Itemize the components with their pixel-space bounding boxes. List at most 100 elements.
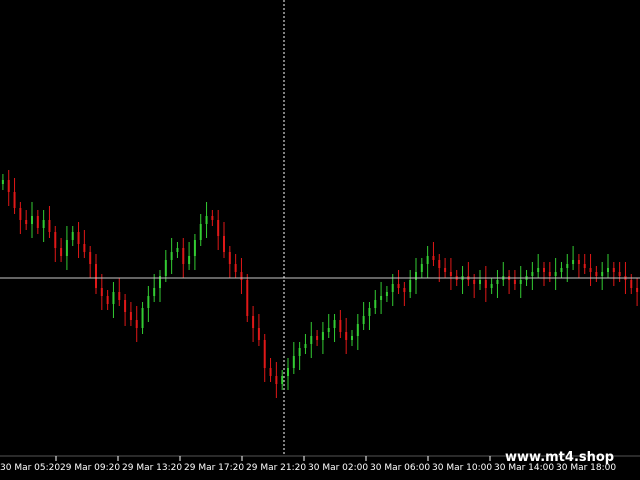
candle-body-bull — [1, 180, 4, 184]
candle-body-bull — [333, 320, 336, 328]
candle-body-bull — [385, 292, 388, 296]
candle-body-bull — [153, 288, 156, 296]
candle-body-bull — [356, 324, 359, 336]
candle-body-bear — [473, 280, 476, 284]
candle-body-bear — [583, 264, 586, 268]
candle-body-bull — [71, 232, 74, 240]
candle-body-bear — [36, 216, 39, 228]
chart-background — [0, 0, 640, 480]
time-label: 29 Mar 21:20 — [246, 463, 306, 473]
candle-body-bull — [327, 328, 330, 332]
candle-body-bear — [211, 216, 214, 220]
price-chart[interactable]: 30 Mar 05:20 29 Mar 09:20 29 Mar 13:20 29 M… — [0, 0, 640, 480]
time-label: 29 Mar 17:20 — [184, 463, 244, 473]
candle-body-bear — [636, 288, 639, 292]
candle-body-bull — [205, 216, 208, 224]
candle-body-bull — [362, 316, 365, 324]
candle-body-bear — [257, 328, 260, 340]
candle-body-bear — [275, 376, 278, 384]
candle-body-bull — [409, 280, 412, 292]
candle-body-bear — [438, 260, 441, 268]
candle-body-bear — [252, 316, 255, 328]
candle-body-bull — [391, 284, 394, 292]
candle-body-bear — [77, 232, 80, 244]
time-label: 30 Mar 06:00 — [370, 463, 430, 473]
candle-body-bear — [577, 260, 580, 264]
candle-body-bear — [228, 252, 231, 264]
candle-body-bear — [345, 332, 348, 340]
candle-body-bull — [351, 336, 353, 340]
candle-body-bull — [374, 300, 377, 308]
candle-body-bear — [135, 320, 138, 328]
candle-body-bull — [566, 264, 569, 268]
candle-body-bear — [444, 268, 447, 272]
candle-body-bull — [531, 272, 534, 276]
candle-body-bull — [479, 280, 481, 284]
candle-body-bull — [188, 256, 191, 264]
candle-body-bear — [449, 272, 452, 276]
candle-body-bear — [548, 272, 551, 276]
candle-body-bear — [316, 336, 319, 340]
candle-body-bull — [607, 268, 609, 272]
time-label: 30 Mar 05:20 — [0, 463, 60, 473]
candle-body-bear — [89, 252, 92, 264]
candle-body-bear — [618, 272, 621, 276]
candle-body-bear — [339, 320, 342, 332]
candle-body-bear — [263, 340, 266, 368]
candle-body-bull — [304, 344, 307, 348]
candle-body-bear — [60, 248, 63, 256]
candle-body-bear — [543, 268, 545, 272]
time-label: 29 Mar 13:20 — [122, 463, 182, 473]
candle-body-bull — [496, 280, 499, 284]
candle-body-bear — [595, 272, 598, 276]
candle-body-bear — [630, 280, 633, 288]
candle-body-bull — [310, 336, 313, 344]
candle-body-bear — [612, 268, 615, 272]
candle-body-bull — [380, 296, 383, 300]
candle-body-bear — [403, 288, 406, 292]
candle-body-bull — [426, 256, 429, 264]
candle-body-bear — [118, 292, 121, 300]
candle-body-bear — [129, 312, 132, 320]
watermark-text: www.mt4.shop — [505, 450, 614, 465]
candle-body-bear — [100, 288, 103, 296]
candle-body-bear — [589, 268, 592, 272]
candle-body-bull — [368, 308, 371, 316]
candle-body-bear — [124, 300, 127, 312]
candle-body-bull — [65, 240, 68, 256]
candle-body-bear — [484, 280, 487, 288]
candle-body-bear — [246, 280, 249, 316]
candle-body-bull — [199, 224, 202, 240]
candle-body-bull — [572, 260, 575, 264]
candle-body-bear — [217, 220, 220, 236]
candle-body-bull — [193, 240, 196, 256]
candle-body-bear — [513, 280, 516, 284]
candle-body-bull — [164, 260, 167, 276]
candle-body-bear — [432, 256, 435, 260]
candle-body-bull — [420, 264, 423, 272]
candle-body-bull — [298, 348, 301, 356]
candle-body-bull — [415, 272, 417, 280]
candle-body-bear — [7, 180, 10, 192]
candle-body-bull — [112, 292, 115, 304]
time-label: 29 Mar 09:20 — [60, 463, 120, 473]
candle-body-bull — [321, 332, 324, 340]
time-label: 30 Mar 10:00 — [432, 463, 492, 473]
candle-body-bull — [141, 308, 144, 328]
candle-body-bear — [19, 208, 22, 220]
candle-body-bear — [13, 192, 16, 208]
candle-body-bear — [234, 264, 237, 272]
candle-body-bull — [519, 280, 522, 284]
candle-body-bull — [601, 272, 604, 276]
time-label: 30 Mar 02:00 — [308, 463, 368, 473]
candle-body-bear — [106, 296, 109, 304]
candle-body-bull — [42, 220, 45, 228]
candle-body-bear — [54, 232, 57, 248]
candle-body-bull — [147, 296, 150, 308]
candle-body-bear — [25, 220, 28, 224]
candle-body-bear — [95, 264, 97, 288]
candle-body-bear — [83, 244, 86, 252]
candle-body-bull — [170, 252, 173, 260]
candle-body-bull — [490, 284, 493, 288]
candle-body-bear — [397, 284, 400, 288]
